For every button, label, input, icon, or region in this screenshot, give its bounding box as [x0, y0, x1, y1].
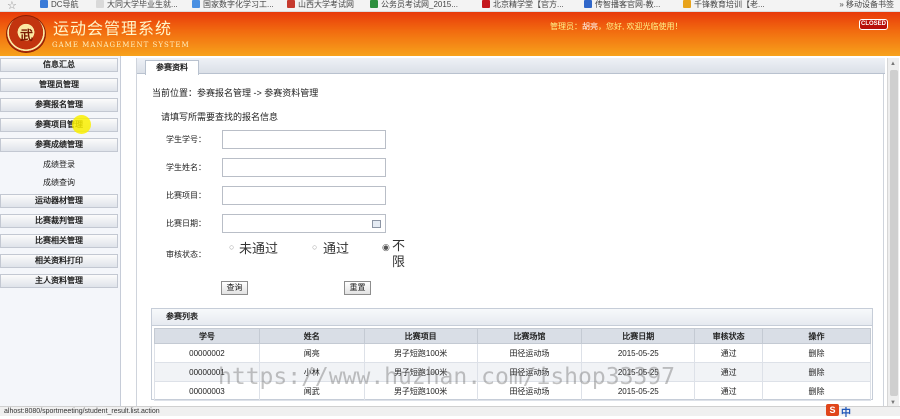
cell-date: 2015-05-25	[581, 343, 696, 363]
col-name: 姓名	[258, 328, 365, 344]
search-hint: 请填写所需要查找的报名信息	[161, 112, 279, 122]
col-event: 比赛项目	[363, 328, 478, 344]
table-row: 00000002 闻亮 男子短跑100米 田径运动场 2015-05-25 通过…	[154, 343, 871, 363]
bookmark-favicon-icon	[683, 0, 691, 8]
query-button[interactable]: 查询	[221, 281, 248, 295]
delete-link[interactable]: 删除	[762, 343, 871, 363]
app-title: 运动会管理系统	[53, 19, 173, 38]
student-no-label: 学生学号：	[166, 135, 206, 144]
star-icon[interactable]: ☆	[7, 0, 17, 11]
sidebar-item-admin[interactable]: 管理员管理	[0, 78, 118, 92]
col-venue: 比赛场馆	[476, 328, 583, 344]
sidebar-item-enrollment[interactable]: 参赛报名管理	[0, 98, 118, 112]
bookmark-label: 传智播客官网-教...	[595, 0, 661, 9]
ime-mode-label[interactable]: 中	[841, 404, 851, 419]
welcome-prefix: 管理员：	[550, 22, 582, 31]
date-input[interactable]	[222, 214, 386, 233]
bookmark-label: 公务员考试网_2015...	[381, 0, 458, 9]
student-name-label: 学生姓名：	[166, 163, 206, 172]
calendar-icon[interactable]	[372, 220, 381, 228]
col-student-no: 学号	[154, 328, 260, 344]
bookmark-item[interactable]: 大同大学毕业生就...	[96, 0, 178, 10]
breadcrumb: 当前位置：参赛报名管理 -> 参赛资料管理	[152, 88, 319, 98]
vertical-scrollbar[interactable]: ▲ ▼	[887, 58, 899, 408]
bookmark-item[interactable]: DC导航	[40, 0, 79, 10]
cell-review: 通过	[694, 343, 764, 363]
cell-review: 通过	[694, 362, 764, 382]
bookmark-item[interactable]: 北京精学堂【官方...	[482, 0, 564, 10]
sidebar: 信息汇总 管理员管理 参赛报名管理 参赛项目管理 参赛成绩管理 成绩登录 成绩查…	[0, 56, 121, 406]
event-input[interactable]	[222, 186, 386, 205]
sidebar-item-info[interactable]: 信息汇总	[0, 58, 118, 72]
col-review: 审核状态	[694, 328, 764, 344]
radio-any-label: 不限	[392, 238, 406, 269]
bookmark-label: 山西大学考试网	[298, 0, 354, 9]
col-date: 比赛日期	[581, 328, 696, 344]
sogou-ime-icon[interactable]: S	[826, 404, 839, 416]
student-name-input[interactable]	[222, 158, 386, 177]
tab-participant-info[interactable]: 参赛资料	[145, 60, 199, 75]
sidebar-item-profile[interactable]: 主人资料管理	[0, 274, 118, 288]
cursor-highlight	[72, 115, 91, 134]
sidebar-subitem-result-entry[interactable]: 成绩登录	[0, 158, 118, 172]
bookmark-item[interactable]: 公务员考试网_2015...	[370, 0, 458, 10]
app-header: 武 运动会管理系统 GAME MANAGEMENT SYSTEM 管理员：胡亮，…	[0, 12, 900, 56]
sidebar-item-results[interactable]: 参赛成绩管理	[0, 138, 118, 152]
bookmark-label: 千锋教育培训【老...	[694, 0, 765, 9]
event-label: 比赛项目：	[166, 191, 206, 200]
bookmark-favicon-icon	[192, 0, 200, 8]
cell-name: 闻亮	[258, 343, 365, 363]
main-content: 参赛资料 当前位置：参赛报名管理 -> 参赛资料管理 请填写所需要查找的报名信息…	[136, 58, 885, 408]
app-subtitle: GAME MANAGEMENT SYSTEM	[52, 41, 190, 49]
emblem-logo: 武	[6, 15, 46, 53]
bookmark-item[interactable]: 传智播客官网-教...	[584, 0, 660, 10]
bookmark-label: 北京精学堂【官方...	[493, 0, 564, 9]
delete-link[interactable]: 删除	[762, 362, 871, 382]
reset-button[interactable]: 重置	[344, 281, 371, 295]
tab-bar: 参赛资料	[137, 58, 885, 75]
cell-event: 男子短跑100米	[363, 343, 478, 363]
bookmark-favicon-icon	[96, 0, 104, 8]
cell-student-no: 00000002	[154, 343, 260, 363]
bookmark-item[interactable]: 国家数字化学习工...	[192, 0, 274, 10]
review-label: 审核状态：	[166, 250, 206, 259]
system-tray: S 中	[826, 404, 896, 419]
sidebar-item-related[interactable]: 比赛相关管理	[0, 234, 118, 248]
bookmark-item[interactable]: 山西大学考试网	[287, 0, 354, 10]
status-bar: alhost:8080/sportmeeting/student_result.…	[0, 406, 900, 416]
sidebar-item-equipment[interactable]: 运动器材管理	[0, 194, 118, 208]
cell-venue: 田径运动场	[476, 343, 583, 363]
student-no-input[interactable]	[222, 130, 386, 149]
bookmark-favicon-icon	[40, 0, 48, 8]
delete-link[interactable]: 删除	[762, 381, 871, 401]
bookmark-item[interactable]: 千锋教育培训【老...	[683, 0, 765, 10]
scroll-up-icon[interactable]: ▲	[890, 61, 896, 67]
bookmark-more[interactable]: » 移动设备书签	[839, 0, 894, 10]
welcome-user: 胡亮	[582, 22, 598, 31]
bookmark-favicon-icon	[482, 0, 490, 8]
panel-title: 参赛列表	[152, 309, 872, 326]
bookmark-label: 国家数字化学习工...	[203, 0, 274, 9]
watermark-text: https://www.huzhan.com/ishop33397	[218, 364, 675, 390]
bookmark-favicon-icon	[287, 0, 295, 8]
scrollbar-thumb[interactable]	[890, 70, 898, 396]
bookmark-label: 大同大学毕业生就...	[107, 0, 178, 9]
date-label: 比赛日期：	[166, 219, 206, 228]
bookmark-label: DC导航	[51, 0, 79, 9]
sidebar-subitem-result-query[interactable]: 成绩查询	[0, 176, 118, 190]
bookmarks-bar: ☆ DC导航 大同大学毕业生就... 国家数字化学习工... 山西大学考试网 公务员考试…	[0, 0, 900, 12]
closed-button[interactable]: CLOSED	[859, 19, 888, 30]
welcome-suffix: ，您好, 欢迎光临使用！	[598, 22, 683, 31]
sidebar-item-events[interactable]: 参赛项目管理	[0, 118, 118, 132]
sidebar-item-print[interactable]: 相关资料打印	[0, 254, 118, 268]
bookmark-favicon-icon	[584, 0, 592, 8]
logo-glyph: 武	[20, 28, 34, 43]
bookmark-favicon-icon	[370, 0, 378, 8]
sidebar-item-referees[interactable]: 比赛裁判管理	[0, 214, 118, 228]
cell-review: 通过	[694, 381, 764, 401]
welcome-text: 管理员：胡亮，您好, 欢迎光临使用！	[550, 21, 682, 32]
col-action: 操作	[762, 328, 871, 344]
